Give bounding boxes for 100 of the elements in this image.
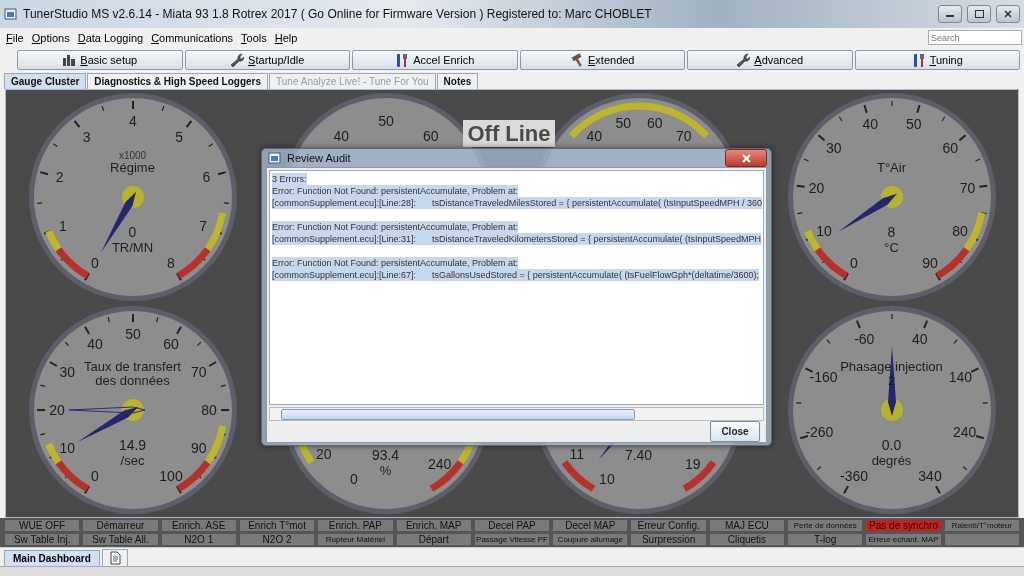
- scale-label: 60: [646, 114, 663, 131]
- scale-label: 50: [614, 114, 631, 131]
- maximize-icon: [974, 10, 984, 18]
- page-icon[interactable]: [101, 549, 128, 566]
- scale-label: 100: [158, 468, 183, 485]
- menu-item[interactable]: Tools: [237, 31, 271, 44]
- maximize-button[interactable]: [967, 5, 991, 23]
- scale-label: 5: [174, 128, 183, 145]
- scale-label: 6: [202, 169, 210, 186]
- scale-label: 10: [58, 440, 75, 457]
- status-indicator: Decel MAP: [552, 519, 629, 532]
- menu-item[interactable]: Data Logging: [73, 31, 148, 44]
- scale-label: 40: [586, 127, 602, 144]
- status-indicator: Sw Table Inj.: [4, 533, 81, 546]
- status-indicator: Erreur echant. MAP: [865, 533, 942, 546]
- scale-label: 0: [90, 468, 99, 485]
- scale-label: 2: [55, 169, 63, 186]
- close-button[interactable]: [996, 5, 1020, 23]
- error-count: 3 Errors:: [272, 173, 307, 185]
- status-indicator: T-log: [787, 533, 864, 546]
- gauge-value: 0: [127, 224, 138, 240]
- scale-label: 240: [952, 424, 976, 441]
- dashboard-tab[interactable]: Main Dashboard: [4, 550, 100, 566]
- scale-label: 10: [598, 471, 615, 488]
- close-button[interactable]: Close: [710, 421, 760, 442]
- search-field[interactable]: Search: [928, 30, 1022, 45]
- gauge-value: 8: [886, 224, 897, 240]
- menu-item[interactable]: Options: [27, 31, 74, 44]
- scale-label: 240: [427, 456, 451, 472]
- gauge-units: %: [378, 463, 393, 479]
- scale-label: 80: [951, 222, 968, 239]
- scale-label: 19: [684, 456, 701, 472]
- status-indicator: Enrich. MAP: [395, 519, 472, 532]
- status-indicator: Sw Table All.: [82, 533, 159, 546]
- wrench-icon: [230, 53, 245, 67]
- gauge-value: 7.40: [624, 448, 653, 464]
- scroll-thumb[interactable]: [281, 408, 635, 420]
- scale-label: 70: [959, 179, 975, 196]
- warning-arc: [682, 460, 716, 492]
- gauge-title: Taux de transfert des données: [83, 360, 182, 389]
- toolbar-button[interactable]: Startup/Idle: [184, 50, 350, 70]
- gauge-units: /sec: [119, 453, 146, 469]
- status-indicator: Pas de synchro: [865, 519, 942, 532]
- scale-label: 20: [315, 445, 332, 462]
- scale-label: 0: [849, 254, 858, 271]
- app-icon: [268, 151, 282, 165]
- scale-label: 340: [917, 468, 942, 485]
- close-button[interactable]: [725, 149, 767, 167]
- status-indicator: Surpression: [630, 533, 707, 546]
- scale-label: 7: [198, 217, 207, 234]
- error-message: Error: Function Not Found: persistentAccumulate, Problem at:: [272, 221, 519, 233]
- menu-item[interactable]: File: [2, 31, 28, 44]
- warning-arc: [561, 460, 595, 492]
- status-indicator: Rupteur Matériel: [317, 533, 394, 546]
- scale-label: 140: [948, 369, 972, 386]
- scale-label: 30: [825, 139, 842, 156]
- gauge-icon: [62, 53, 77, 67]
- status-indicator: WUE OFF: [4, 519, 81, 532]
- gauge-units: TR/MN: [111, 239, 154, 255]
- gauge-value: 0.0: [880, 438, 903, 454]
- gauge-title: Régime: [109, 160, 156, 175]
- scale-label: 0: [349, 471, 358, 488]
- toolbar-button[interactable]: Extended: [519, 50, 685, 70]
- close-icon: [1004, 10, 1012, 18]
- scale-label: 60: [162, 336, 179, 353]
- tab[interactable]: Diagnostics & High Speed Loggers: [87, 73, 269, 89]
- minimize-button[interactable]: [938, 5, 962, 23]
- error-message: Error: Function Not Found: persistentAccumulate, Problem at:: [272, 257, 519, 269]
- status-indicator: Cliquetis: [708, 533, 786, 546]
- scale-label: 70: [190, 364, 207, 381]
- gauge-value: 14.9: [118, 438, 147, 454]
- wrench-icon: [736, 53, 751, 67]
- scale-label: 70: [675, 127, 691, 144]
- scale-label: 0: [90, 254, 99, 271]
- scale-label: -60: [853, 331, 874, 348]
- scale-label: 40: [86, 336, 103, 353]
- scale-label: 11: [568, 445, 584, 462]
- scale-label: 8: [166, 254, 175, 271]
- scale-label: 20: [48, 402, 65, 419]
- status-indicator: Départ: [395, 533, 472, 546]
- menu-item[interactable]: Help: [270, 31, 302, 44]
- status-indicator: Perte de données: [787, 519, 864, 532]
- status-indicator: N2O 2: [238, 533, 316, 546]
- horizontal-scrollbar[interactable]: [269, 407, 764, 421]
- tab[interactable]: Notes: [436, 73, 479, 89]
- toolbar-button[interactable]: Accel Enrich: [352, 50, 518, 70]
- text-area[interactable]: [269, 170, 764, 405]
- hammer-icon: [570, 53, 584, 67]
- scale-label: 30: [58, 364, 75, 381]
- scale-label: 4: [128, 112, 137, 129]
- toolbar-button[interactable]: Advanced: [687, 50, 853, 70]
- gauge-title: T°Air: [876, 160, 907, 175]
- scale-label: 60: [941, 139, 958, 156]
- status-indicator: Démarreur: [82, 519, 159, 532]
- toolbar-button[interactable]: Tuning: [854, 50, 1020, 70]
- toolbar-button[interactable]: Basic setup: [17, 50, 183, 70]
- menu-item[interactable]: Communications: [147, 31, 238, 44]
- tab[interactable]: Gauge Cluster: [4, 73, 87, 89]
- scale-label: 40: [333, 127, 349, 144]
- scale-label: 50: [377, 112, 394, 129]
